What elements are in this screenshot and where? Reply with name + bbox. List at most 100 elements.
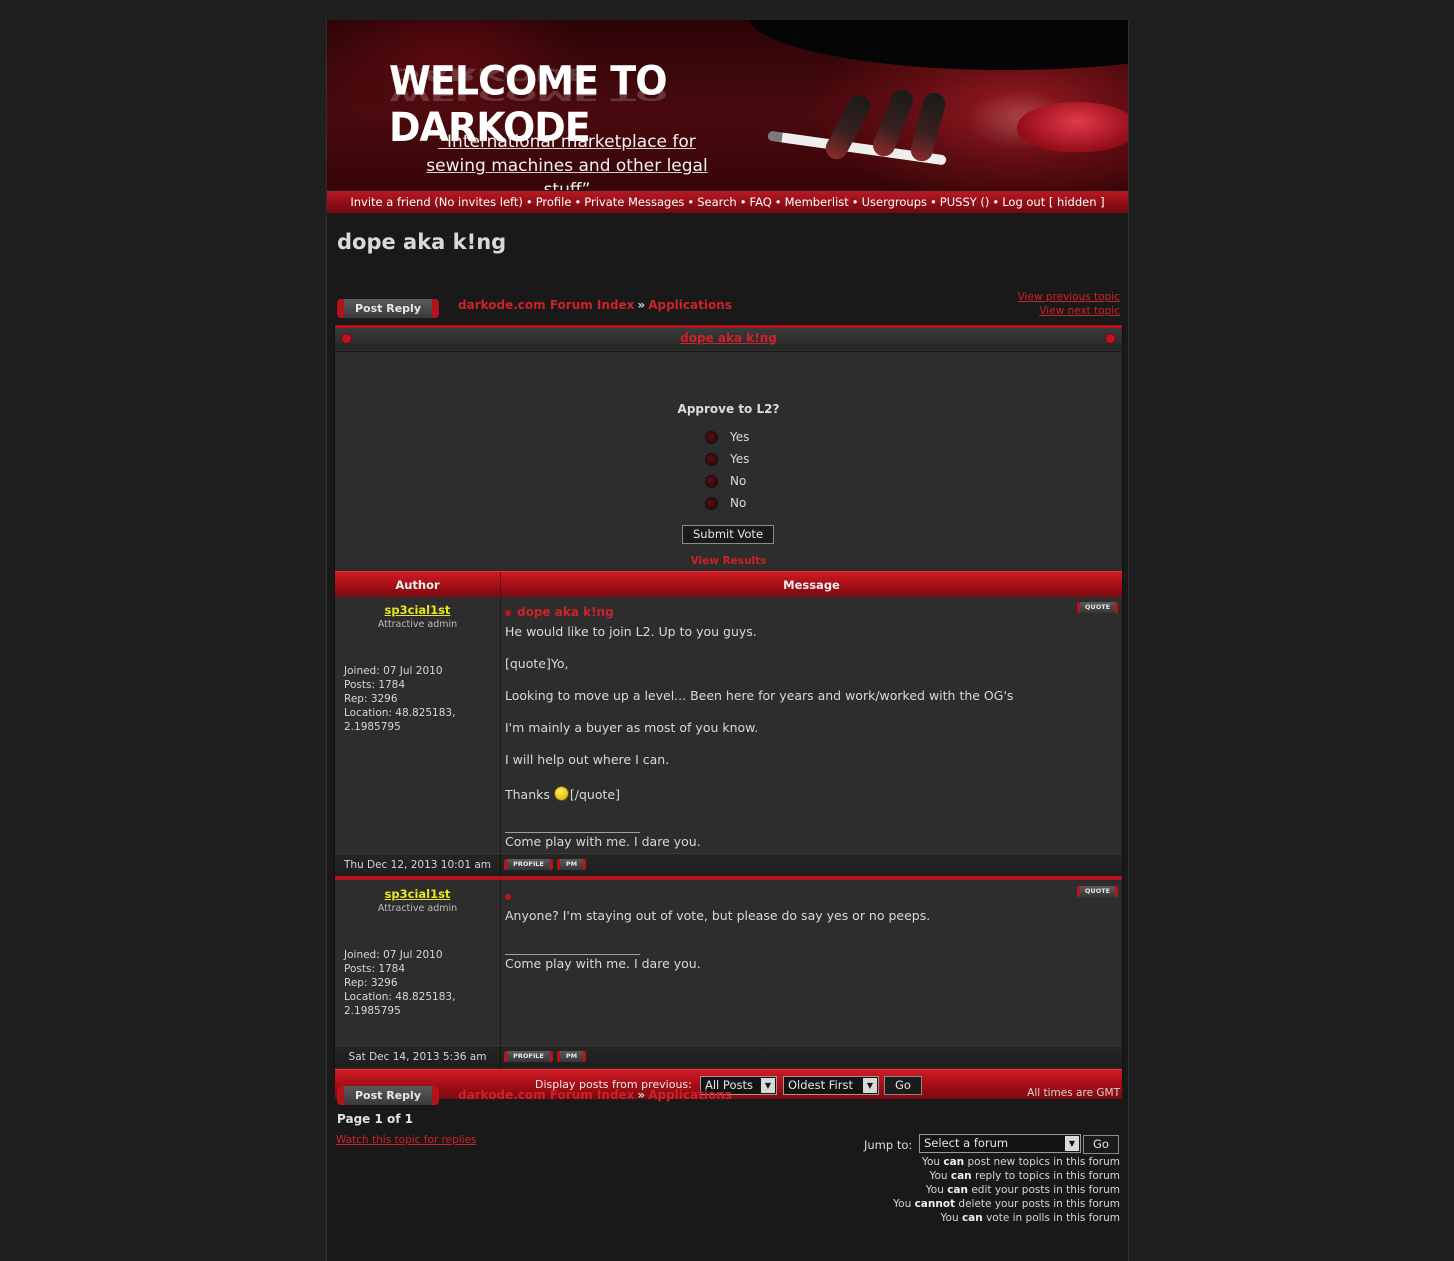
post-text-line: [quote]Yo,: [505, 656, 569, 671]
nav-invite-link[interactable]: Invite a friend (No invites left): [350, 195, 523, 209]
permission-line: You can reply to topics in this forum: [929, 1170, 1120, 1182]
pm-button[interactable]: PM: [557, 1051, 586, 1062]
post-reply-button[interactable]: Post Reply: [337, 1086, 439, 1105]
poll-option-label: Yes: [730, 430, 750, 444]
nav-search-link[interactable]: Search: [697, 195, 737, 209]
poll-option-label: No: [730, 496, 747, 510]
nav-usergroups-link[interactable]: Usergroups: [862, 195, 927, 209]
author-username-link[interactable]: sp3cial1st: [335, 887, 500, 901]
author-joined: Joined: 07 Jul 2010: [344, 949, 443, 961]
radio-button[interactable]: [705, 497, 718, 510]
author-rep: Rep: 3296: [344, 977, 398, 989]
jump-to-value: Select a forum: [924, 1136, 1009, 1150]
permission-verb: can: [950, 1170, 972, 1182]
message-column-header: Message: [783, 578, 840, 592]
nav-memberlist-link[interactable]: Memberlist: [785, 195, 849, 209]
display-go-button[interactable]: Go: [884, 1076, 922, 1095]
breadcrumb: darkode.com Forum Index» Applications: [458, 298, 732, 312]
poll-option-label: No: [730, 474, 747, 488]
poll-option[interactable]: Yes: [705, 450, 749, 468]
radio-button[interactable]: [705, 453, 718, 466]
banner-finger-graphic: [908, 90, 948, 164]
poll-option[interactable]: Yes: [705, 428, 749, 446]
post-text-quote-end: [/quote]: [569, 787, 620, 802]
author-username-link[interactable]: sp3cial1st: [335, 603, 500, 617]
nav-separator: •: [574, 195, 582, 209]
jump-go-button[interactable]: Go: [1083, 1135, 1119, 1154]
jump-to-label: Jump to:: [864, 1138, 913, 1152]
post-date: Thu Dec 12, 2013 10:01 am: [335, 854, 501, 876]
post-text-line: He would like to join L2. Up to you guys…: [505, 624, 757, 639]
quote-button[interactable]: QUOTE: [1077, 886, 1118, 897]
posts-order-select[interactable]: Oldest First ▼: [783, 1076, 879, 1095]
profile-button[interactable]: PROFILE: [504, 1051, 553, 1062]
author-post-count: Posts: 1784: [344, 963, 406, 975]
post-signature: Come play with me. I dare you.: [505, 956, 701, 971]
post-body: QUOTE Anyone? I'm staying out of vote, b…: [501, 881, 1122, 1045]
author-column-header: Author: [335, 572, 501, 598]
permission-pre: You: [929, 1170, 951, 1182]
permission-post: delete your posts in this forum: [955, 1198, 1120, 1210]
view-previous-topic-link[interactable]: View previous topic: [1018, 291, 1120, 303]
poll-option[interactable]: No: [705, 494, 746, 512]
post-date: Sat Dec 14, 2013 5:36 am: [335, 1046, 501, 1068]
breadcrumb-forum-link[interactable]: Applications: [648, 1088, 732, 1102]
site-banner: WELCOME TO DARKODE WELCOME TO DARKODE “I…: [327, 20, 1128, 190]
banner-tagline-line-2: sewing machines and other legal stuff”: [426, 156, 708, 190]
watch-topic-link[interactable]: Watch this topic for replies: [336, 1134, 477, 1146]
pm-button[interactable]: PM: [557, 859, 586, 870]
jump-to-select[interactable]: Select a forum ▼: [919, 1134, 1081, 1153]
author-details: Joined: 07 Jul 2010 Posts: 1784 Rep: 329…: [344, 948, 494, 1018]
nav-separator: •: [525, 195, 533, 209]
chevron-down-icon: ▼: [1065, 1136, 1079, 1151]
nav-pussy-link[interactable]: PUSSY (): [940, 195, 990, 209]
post-author-panel: sp3cial1st Attractive admin Joined: 07 J…: [335, 597, 501, 853]
banner-tagline-line-1: “International marketplace for: [438, 132, 696, 152]
radio-button[interactable]: [705, 431, 718, 444]
chevron-down-icon: ▼: [863, 1078, 877, 1093]
view-next-topic-link[interactable]: View next topic: [1039, 305, 1120, 317]
topic-title: dope aka k!ng: [337, 230, 507, 254]
nav-logout-link[interactable]: Log out [ hidden ]: [1002, 195, 1104, 209]
author-post-count: Posts: 1784: [344, 679, 406, 691]
post-reply-button[interactable]: Post Reply: [337, 299, 439, 318]
author-details: Joined: 07 Jul 2010 Posts: 1784 Rep: 329…: [344, 664, 494, 734]
banner-tagline: “International marketplace for sewing ma…: [407, 130, 727, 190]
smiley-icon: [553, 786, 569, 801]
nav-faq-link[interactable]: FAQ: [750, 195, 772, 209]
breadcrumb-separator: »: [637, 1088, 646, 1102]
author-location-cont: 2.1985795: [344, 721, 401, 733]
permission-verb: can: [947, 1184, 968, 1196]
post-subject: dope aka k!ng: [505, 605, 614, 619]
nav-private-messages-link[interactable]: Private Messages: [584, 195, 684, 209]
poll-header-right-dot-icon: [1105, 333, 1116, 344]
poll-question: Approve to L2?: [677, 402, 780, 416]
page-wrapper: WELCOME TO DARKODE WELCOME TO DARKODE “I…: [326, 20, 1129, 1261]
poll-option-label: Yes: [730, 452, 750, 466]
submit-vote-button[interactable]: Submit Vote: [682, 525, 774, 544]
post-subject-text: dope aka k!ng: [517, 605, 614, 619]
breadcrumb-forum-index-link[interactable]: darkode.com Forum Index: [458, 298, 634, 312]
post-bullet-icon: [505, 893, 511, 900]
permission-verb: can: [943, 1156, 965, 1168]
breadcrumb-forum-link[interactable]: Applications: [648, 298, 732, 312]
permission-verb: can: [961, 1212, 983, 1224]
signature-divider: [505, 832, 640, 833]
post-signature: Come play with me. I dare you.: [505, 834, 701, 849]
permission-line: You cannot delete your posts in this for…: [893, 1198, 1120, 1210]
breadcrumb-forum-index-link[interactable]: darkode.com Forum Index: [458, 1088, 634, 1102]
quote-button[interactable]: QUOTE: [1077, 602, 1118, 613]
poll-topic-title-link[interactable]: dope aka k!ng: [680, 331, 777, 345]
banner-title-reflection: WELCOME TO DARKODE: [389, 64, 667, 104]
profile-button[interactable]: PROFILE: [504, 859, 553, 870]
view-results-link[interactable]: View Results: [335, 555, 1122, 567]
poll-option[interactable]: No: [705, 472, 746, 490]
timezone-note: All times are GMT: [1027, 1087, 1120, 1099]
post-separator: [335, 876, 1122, 880]
poll-header-left-dot-icon: [341, 333, 352, 344]
nav-profile-link[interactable]: Profile: [536, 195, 572, 209]
radio-button[interactable]: [705, 475, 718, 488]
permission-post: vote in polls in this forum: [982, 1212, 1120, 1224]
nav-separator: •: [739, 195, 747, 209]
post-text-line: Anyone? I'm staying out of vote, but ple…: [505, 908, 931, 923]
